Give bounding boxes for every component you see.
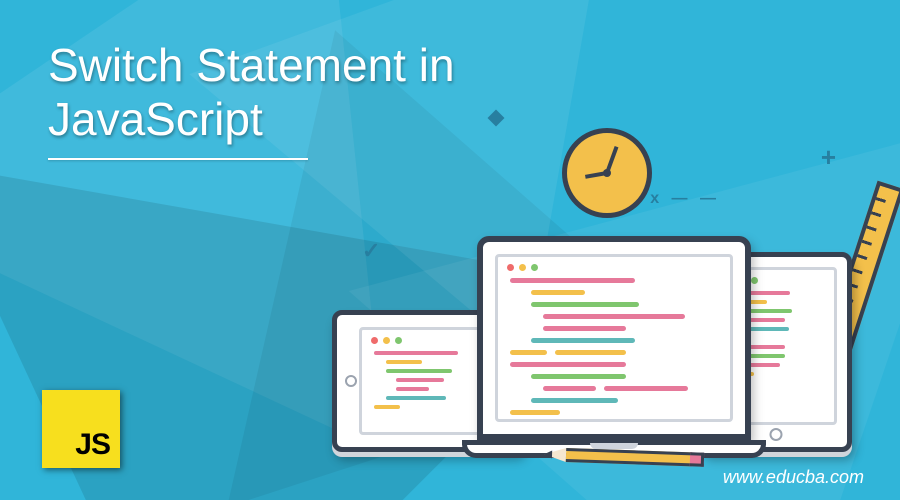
check-icon: ✓ [362, 238, 380, 264]
title-line-1: Switch Statement in [48, 39, 455, 91]
js-logo-text: JS [75, 428, 110, 462]
plus-icon: + [821, 142, 836, 173]
title-underline [48, 158, 308, 160]
window-controls-icon [498, 257, 730, 275]
title-line-2: JavaScript [48, 93, 263, 145]
x-dash-icon: x — — [650, 190, 720, 208]
laptop-device [462, 236, 766, 458]
hero-illustration: + + x — — ✓ [340, 102, 880, 462]
code-snippet-icon [498, 275, 730, 422]
clock-icon [562, 128, 652, 218]
diamond-icon [488, 110, 505, 127]
website-url: www.educba.com [723, 467, 864, 488]
js-logo-icon: JS [42, 390, 120, 468]
